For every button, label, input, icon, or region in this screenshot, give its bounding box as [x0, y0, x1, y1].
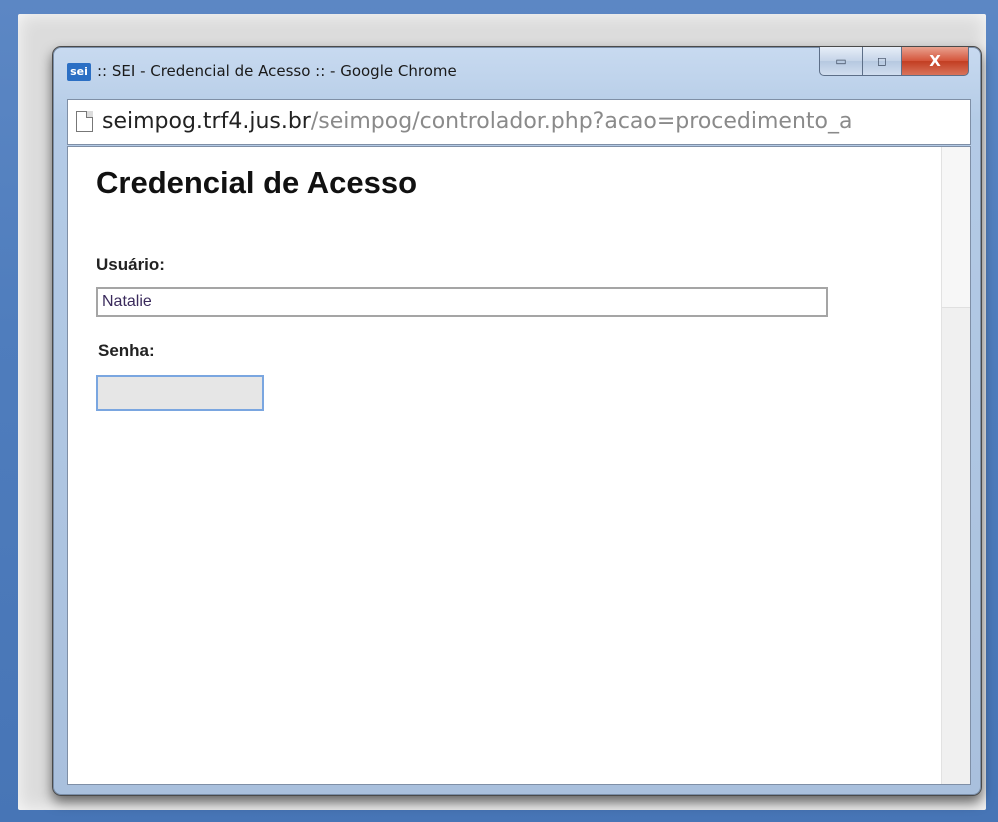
url-host: seimpog.trf4.jus.br	[102, 109, 311, 134]
scrollbar-thumb[interactable]	[942, 147, 970, 308]
sei-app-icon: sei	[67, 63, 91, 81]
vertical-scrollbar[interactable]	[941, 147, 970, 784]
maximize-button[interactable]: ◻	[863, 47, 902, 76]
url-path: /seimpog/controlador.php?acao=procedimen…	[310, 109, 853, 134]
password-label: Senha:	[98, 341, 155, 360]
password-field[interactable]	[96, 375, 264, 411]
close-button[interactable]: X	[902, 47, 969, 76]
minimize-icon: ▭	[835, 54, 847, 68]
page-content: Credencial de Acesso Usuário: Natalie Se…	[67, 146, 971, 785]
browser-window: sei :: SEI - Credencial de Acesso :: - G…	[52, 46, 982, 796]
maximize-icon: ◻	[877, 54, 887, 68]
url-text[interactable]: seimpog.trf4.jus.br/seimpog/controlador.…	[102, 109, 962, 134]
title-bar[interactable]: sei :: SEI - Credencial de Acesso :: - G…	[53, 47, 981, 97]
window-controls: ▭ ◻ X	[819, 47, 969, 77]
page-title: Credencial de Acesso	[96, 165, 418, 200]
user-field[interactable]: Natalie	[96, 287, 828, 317]
address-bar[interactable]: seimpog.trf4.jus.br/seimpog/controlador.…	[67, 99, 971, 145]
minimize-button[interactable]: ▭	[819, 47, 863, 76]
window-title: :: SEI - Credencial de Acesso :: - Googl…	[97, 62, 457, 80]
close-icon: X	[929, 52, 941, 70]
user-label: Usuário:	[96, 255, 165, 274]
page-icon	[76, 111, 93, 132]
